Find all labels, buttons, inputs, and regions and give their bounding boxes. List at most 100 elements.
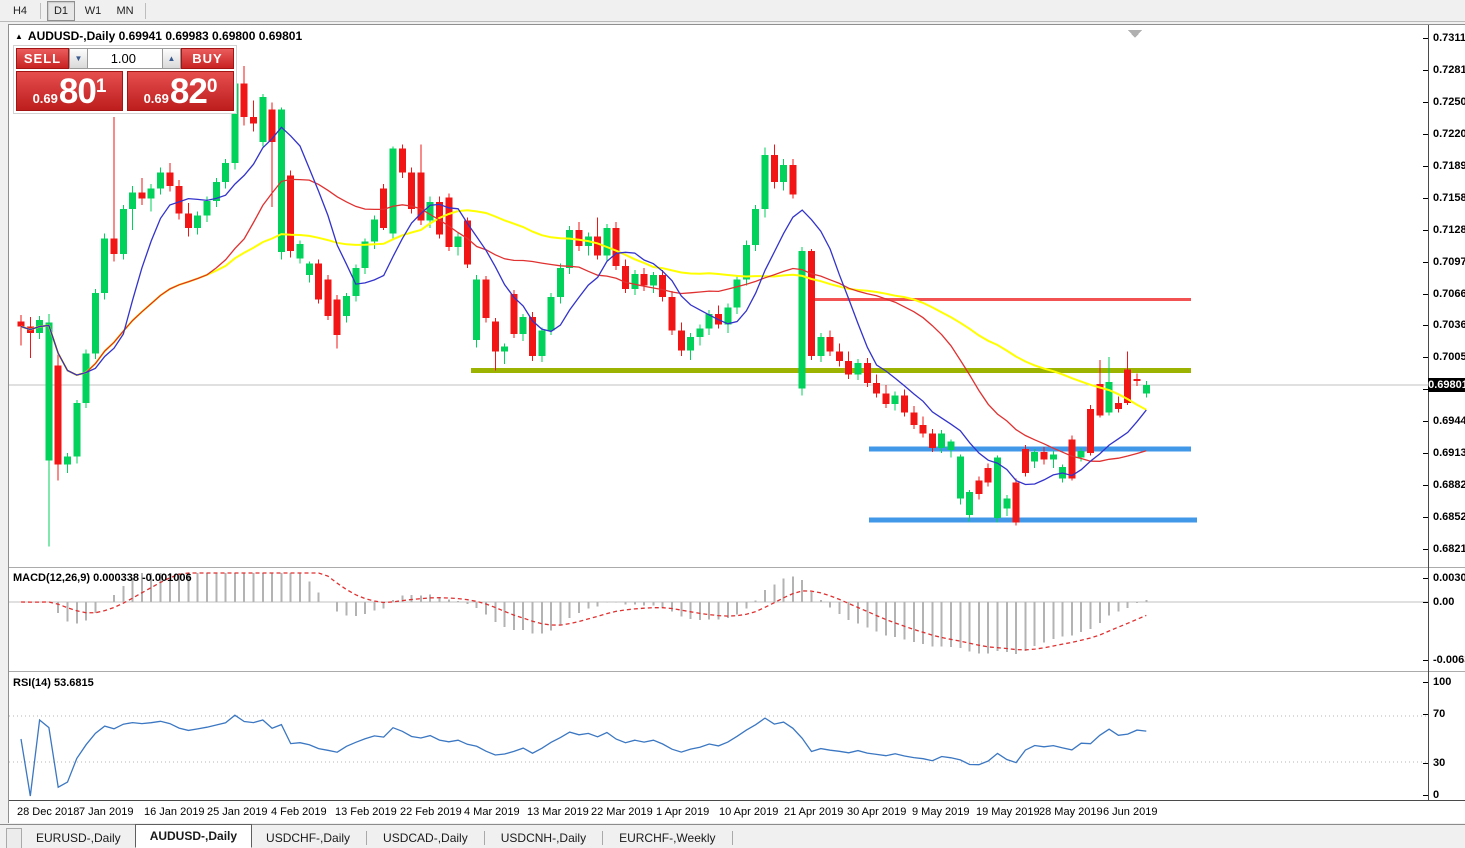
time-axis-label: 1 Apr 2019 [656,806,710,818]
sell-price-tile[interactable]: 0.69 80 1 [16,71,123,111]
volume-input[interactable]: 1.00 [88,48,162,69]
candle-body [398,148,406,173]
buy-price-tile[interactable]: 0.69 82 0 [127,71,234,111]
candle-body [1087,409,1094,454]
candle-body [854,363,862,375]
candle-body [659,275,667,298]
price-axis-tick [1423,101,1428,103]
sell-button[interactable]: SELL [16,48,69,69]
macd-axis-label: -0.006311 [1433,654,1465,666]
tab-eurusd-daily[interactable]: EURUSD-,Daily [22,828,135,848]
price-axis-tick [1423,293,1428,295]
toolbar-separator [40,2,41,19]
candle-body [845,361,853,375]
price-axis-label: 0.72200 [1433,127,1465,140]
price-axis-tick [1423,485,1428,487]
candle-body [1040,452,1048,460]
candle-body [473,279,481,341]
volume-decrease-button[interactable]: ▼ [69,48,88,69]
candle-body [649,275,657,286]
price-axis-tick [1423,261,1428,263]
tab-separator [366,831,368,845]
macd-axis-tick [1423,578,1428,579]
candle-body [17,321,25,327]
candle-body [222,163,230,182]
candle-body [798,251,806,389]
candle-body [612,228,620,266]
timeframe-button-mn[interactable]: MN [111,1,139,21]
symbol-tab-bar: EURUSD-,Daily AUDUSD-,Daily USDCHF-,Daily U… [0,824,1465,848]
price-axis-tick [1423,549,1428,551]
tab-stub[interactable] [6,828,22,848]
rsi-axis-label: 30 [1433,757,1446,769]
time-axis-label: 9 May 2019 [912,806,970,818]
candle-body [1003,498,1011,509]
tab-usdcad-daily[interactable]: USDCAD-,Daily [369,828,482,848]
ma-fast-blue [20,126,1147,486]
tab-usdcnh-daily[interactable]: USDCNH-,Daily [487,828,600,848]
candle-body [1133,378,1141,381]
tab-eurchf-weekly[interactable]: EURCHF-,Weekly [605,828,729,848]
candle-body [547,297,555,331]
buy-price-sup: 0 [206,76,218,97]
candle-body [640,274,648,286]
rsi-axis-label: 70 [1433,708,1446,720]
panel-separator[interactable] [9,567,1465,568]
macd-signal-line [20,572,1147,651]
collapse-trade-panel-icon[interactable]: ▲ [15,32,23,41]
candle-body [891,395,899,405]
candle-body [603,228,611,256]
candle-body [882,393,890,405]
buy-button[interactable]: BUY [181,48,234,69]
candle-body [343,296,350,317]
tab-audusd-daily[interactable]: AUDUSD-,Daily [134,824,253,848]
volume-increase-button[interactable]: ▲ [162,48,181,69]
candle-body [566,230,574,268]
candle-body [296,243,304,259]
candle-body [91,292,99,354]
candle-body [370,219,378,242]
timeframe-button-d1[interactable]: D1 [47,0,75,21]
candle-body [324,279,332,317]
candle-body [789,165,797,195]
candle-body [305,263,313,276]
candle-body [45,322,53,461]
price-axis-tick [1423,229,1428,231]
timeframe-button-h4[interactable]: H4 [6,1,34,21]
sell-price-big: 80 [58,72,97,111]
candle-body [901,395,908,413]
sell-price-sup: 1 [95,76,107,97]
candle-body [668,297,676,331]
time-axis-label: 21 Apr 2019 [784,806,844,818]
candle-body [184,213,192,229]
time-axis-label: 28 May 2019 [1039,806,1103,818]
candle-body [770,154,778,182]
candle-body [631,274,639,289]
candle-body [194,215,202,229]
candle-body [454,236,462,247]
price-axis-label: 0.68825 [1433,479,1465,492]
price-axis-tick [1423,421,1428,423]
price-axis-label: 0.71890 [1433,159,1465,172]
candle-body [975,480,983,495]
price-axis-tick [1423,453,1428,455]
tab-usdchf-daily[interactable]: USDCHF-,Daily [252,828,364,848]
candle-body [101,238,109,293]
rsi-panel[interactable] [9,673,1428,800]
tab-separator [602,831,604,845]
ma-slow-yellow [20,209,1147,411]
timeframe-button-w1[interactable]: W1 [79,1,107,21]
time-axis-label: 22 Mar 2019 [591,806,653,818]
tab-separator [483,831,485,845]
macd-axis-tick [1423,602,1428,603]
price-axis-label: 0.71585 [1433,191,1465,204]
price-axis-label: 0.70970 [1433,255,1465,268]
symbol-ohlc-text: AUDUSD-,Daily 0.69941 0.69983 0.69800 0.… [27,29,303,43]
macd-panel[interactable] [9,569,1428,668]
panel-separator[interactable] [9,671,1465,672]
time-axis-label: 28 Dec 2018 [17,806,80,818]
rsi-axis-tick [1423,714,1428,715]
candle-body [119,209,127,255]
tab-separator [731,831,733,845]
symbol-ohlc-header: ▲ AUDUSD-,Daily 0.69941 0.69983 0.69800 0… [15,29,302,43]
